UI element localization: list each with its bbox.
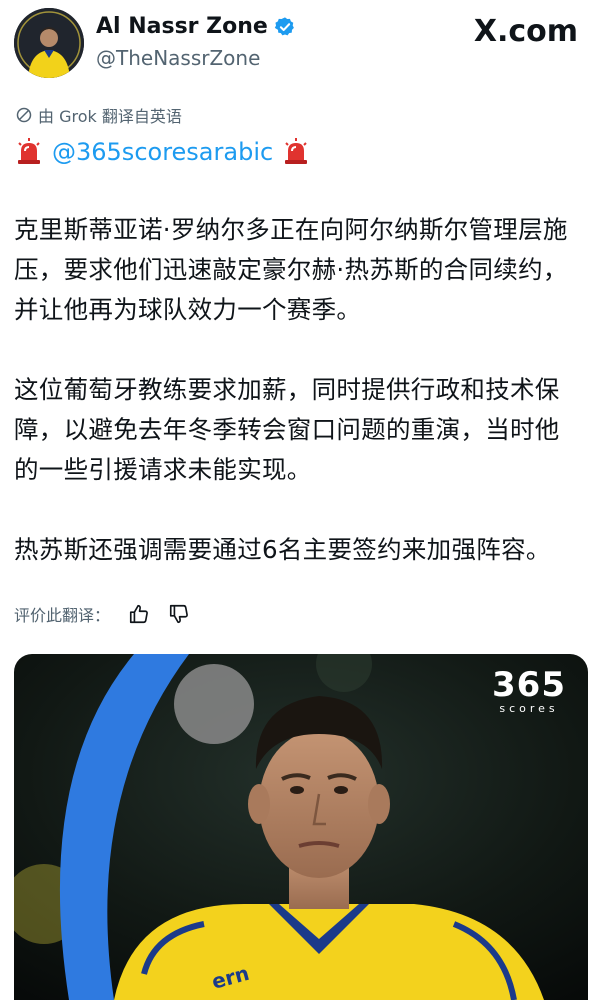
display-name[interactable]: Al Nassr Zone	[96, 14, 268, 39]
name-row: Al Nassr Zone	[96, 14, 296, 39]
siren-icon	[18, 138, 40, 164]
logo-number: 365	[492, 665, 566, 705]
365scores-logo: 365 scores	[492, 668, 566, 716]
siren-icon	[285, 138, 308, 164]
rate-translation-label: 评价此翻译：	[14, 606, 111, 625]
thumbs-down-icon[interactable]	[168, 603, 190, 625]
tweet-paragraph: 克里斯蒂亚诺·罗纳尔多正在向阿尔纳斯尔管理层施压，要求他们迅速敲定豪尔赫·热苏斯…	[14, 215, 568, 324]
tweet-body: 克里斯蒂亚诺·罗纳尔多正在向阿尔纳斯尔管理层施压，要求他们迅速敲定豪尔赫·热苏斯…	[14, 210, 584, 610]
tweet-media[interactable]: ern 365 scores	[14, 654, 588, 1000]
rate-translation-row: 评价此翻译：	[14, 602, 190, 626]
user-handle[interactable]: @TheNassrZone	[96, 46, 260, 70]
thumbs-up-icon[interactable]	[128, 603, 150, 625]
grok-icon	[16, 107, 32, 123]
tweet-header: Al Nassr Zone @TheNassrZone X.com	[0, 0, 600, 100]
translation-notice: 由 Grok 翻译自英语	[16, 103, 182, 127]
mention-row: @365scoresarabic	[16, 138, 309, 166]
avatar-image	[14, 8, 84, 78]
site-brand: X.com	[473, 14, 578, 49]
translation-notice-text: 由 Grok 翻译自英语	[38, 107, 182, 126]
tweet-paragraph: 这位葡萄牙教练要求加薪，同时提供行政和技术保障，以避免去年冬季转会窗口问题的重演…	[14, 375, 560, 484]
mention-link[interactable]: @365scoresarabic	[52, 138, 273, 166]
tweet-paragraph: 热苏斯还强调需要通过6名主要签约来加强阵容。	[14, 535, 551, 564]
logo-sub: scores	[499, 702, 559, 715]
avatar[interactable]	[14, 8, 84, 78]
verified-badge-icon	[274, 16, 294, 35]
